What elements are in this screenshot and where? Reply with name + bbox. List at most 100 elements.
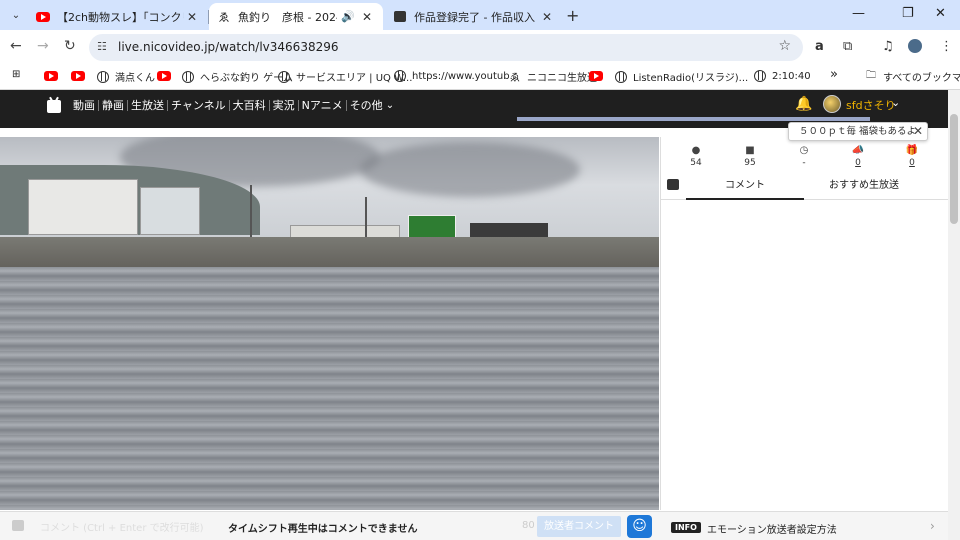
emotion-smiley-icon[interactable]: ☺ bbox=[627, 515, 652, 538]
nav-dic[interactable]: 大百科 bbox=[230, 97, 269, 113]
globe-icon bbox=[753, 69, 767, 83]
video-water bbox=[0, 267, 659, 510]
chevron-down-icon[interactable]: ⌄ bbox=[891, 96, 900, 109]
bookmark-youtube-url[interactable]: https://www.youtub... bbox=[393, 69, 519, 83]
restore-icon[interactable]: ❐ bbox=[902, 6, 914, 21]
user-avatar[interactable] bbox=[823, 95, 841, 113]
address-bar[interactable]: ☷ live.nicovideo.jp/watch/lv346638296 ☆ bbox=[89, 34, 803, 61]
close-icon[interactable]: ✕ bbox=[184, 10, 200, 24]
bookmark-youtube[interactable] bbox=[589, 69, 608, 83]
video-cloud bbox=[360, 142, 580, 197]
comment-icon bbox=[667, 179, 679, 190]
youtube-icon bbox=[589, 69, 603, 83]
tab-title: 作品登録完了 - 作品収入 bbox=[414, 10, 535, 24]
globe-icon bbox=[393, 69, 407, 83]
stat-comments: ■ 95 bbox=[730, 145, 770, 168]
video-pole bbox=[250, 185, 252, 245]
apps-grid-icon[interactable]: ⊞ bbox=[12, 69, 20, 80]
url-text[interactable]: live.nicovideo.jp/watch/lv346638296 bbox=[118, 40, 339, 54]
comment-input-bar: コメント (Ctrl + Enter で改行可能) タイムシフト再生中はコメント… bbox=[0, 511, 948, 540]
ad-icon: 📣 bbox=[851, 145, 865, 156]
bookmark-manten[interactable]: 満点くん bbox=[96, 69, 155, 84]
comment-icon bbox=[12, 520, 24, 531]
tab-2ch-animal[interactable]: 【2ch動物スレ】｢コンクリートに猫の足 ✕ bbox=[28, 3, 208, 30]
stat-time: ◷ - bbox=[784, 145, 824, 168]
tab-search-button[interactable]: ⌄ bbox=[6, 5, 26, 25]
forward-arrow-icon[interactable]: → bbox=[37, 38, 49, 54]
browser-toolbar: ← → ↻ ☷ live.nicovideo.jp/watch/lv346638… bbox=[0, 30, 960, 64]
close-icon[interactable]: ✕ bbox=[359, 10, 375, 24]
nav-douga[interactable]: 動画 bbox=[70, 97, 98, 113]
bookmarks-bar: ⊞ 満点くん へらぶな釣り ゲーム サービスエリア | UQ W... http… bbox=[0, 64, 960, 90]
nav-live[interactable]: 生放送 bbox=[128, 97, 167, 113]
stat-ad[interactable]: 📣 0 bbox=[838, 145, 878, 168]
more-bookmarks-button[interactable]: » bbox=[830, 67, 838, 82]
bookmark-nicolive[interactable]: ゑニコニコ生放送 bbox=[508, 69, 597, 84]
gift-tooltip: ５００ｐｔ毎 福袋もあるよ ✕ bbox=[788, 122, 928, 141]
globe-icon bbox=[614, 70, 628, 84]
clock-icon: ◷ bbox=[799, 145, 809, 156]
reload-icon[interactable]: ↻ bbox=[64, 38, 76, 54]
site-info-icon[interactable]: ☷ bbox=[97, 40, 107, 53]
scrollbar-thumb[interactable] bbox=[950, 114, 958, 224]
bookmark-youtube[interactable] bbox=[71, 69, 90, 83]
comment-input[interactable]: コメント (Ctrl + Enter で改行可能) bbox=[40, 519, 204, 534]
youtube-icon bbox=[157, 69, 171, 83]
chevron-right-icon[interactable]: › bbox=[930, 519, 935, 533]
comment-count-icon: ■ bbox=[745, 145, 755, 156]
video-player[interactable] bbox=[0, 137, 659, 510]
chevron-down-icon: ⌄ bbox=[11, 9, 21, 21]
nicolive-icon: ゑ bbox=[510, 73, 520, 84]
nav-other[interactable]: その他 bbox=[347, 97, 386, 113]
niconico-tv-logo-icon[interactable] bbox=[47, 100, 61, 113]
back-arrow-icon[interactable]: ← bbox=[10, 38, 22, 54]
nicolive-icon: ゑ bbox=[218, 10, 230, 24]
broadcaster-comment-button[interactable]: 放送者コメント bbox=[537, 516, 621, 537]
timeshift-message: タイムシフト再生中はコメントできません bbox=[228, 524, 418, 535]
page-scrollbar[interactable] bbox=[948, 90, 960, 540]
globe-icon bbox=[181, 70, 195, 84]
globe-icon bbox=[96, 70, 110, 84]
nav-jikkyo[interactable]: 実況 bbox=[270, 97, 298, 113]
close-icon[interactable]: ✕ bbox=[913, 123, 923, 140]
tab-work-registered[interactable]: 作品登録完了 - 作品収入 ✕ bbox=[385, 3, 563, 30]
youtube-icon bbox=[44, 69, 58, 83]
notification-bell-icon[interactable]: 🔔 bbox=[795, 96, 812, 112]
kebab-menu-icon[interactable]: ⋮ bbox=[940, 39, 953, 54]
info-link[interactable]: エモーション放送者設定方法 bbox=[707, 521, 837, 536]
niconico-nav: 動画 静画 生放送 チャンネル 大百科 実況 Nアニメ その他 ⌄ bbox=[70, 97, 394, 113]
profile-avatar[interactable] bbox=[908, 39, 922, 53]
tab-comment[interactable]: コメント bbox=[686, 176, 804, 200]
minimize-icon[interactable]: — bbox=[852, 6, 865, 21]
gift-icon: 🎁 bbox=[905, 145, 919, 156]
bookmark-youtube[interactable] bbox=[44, 69, 63, 83]
audio-playing-icon[interactable]: 🔊 bbox=[341, 10, 355, 23]
extensions-puzzle-icon[interactable]: ⧉ bbox=[843, 39, 852, 54]
tab-title: 魚釣り 彦根 - 2024/12/28( bbox=[238, 10, 337, 24]
tab-recommended-live[interactable]: おすすめ生放送 bbox=[804, 176, 924, 200]
nav-nanime[interactable]: Nアニメ bbox=[299, 97, 346, 113]
stat-gift[interactable]: 🎁 0 bbox=[892, 145, 932, 168]
all-bookmarks-folder[interactable]: 🗀すべてのブックマーク bbox=[864, 69, 960, 84]
close-icon[interactable]: ✕ bbox=[539, 10, 555, 24]
header-highlight-bar bbox=[517, 117, 870, 121]
new-tab-button[interactable]: + bbox=[566, 6, 579, 25]
bookmark-youtube[interactable] bbox=[157, 69, 176, 83]
bookmark-time[interactable]: 2:10:40 bbox=[753, 69, 811, 83]
tab-title: 【2ch動物スレ】｢コンクリートに猫の足 bbox=[57, 10, 184, 24]
bookmark-listenradio[interactable]: ListenRadio(リスラジ)... bbox=[614, 69, 748, 84]
niconico-tv-icon bbox=[393, 10, 407, 24]
amazon-extension-icon[interactable]: a bbox=[815, 39, 824, 54]
tab-fishing-hikone[interactable]: ゑ 魚釣り 彦根 - 2024/12/28( 🔊 ✕ bbox=[209, 3, 383, 30]
nav-seiga[interactable]: 静画 bbox=[99, 97, 127, 113]
nav-channel[interactable]: チャンネル bbox=[168, 97, 229, 113]
person-icon: ● bbox=[691, 145, 701, 156]
bookmark-star-icon[interactable]: ☆ bbox=[778, 38, 791, 54]
media-control-icon[interactable]: ♫ bbox=[882, 39, 894, 54]
chevron-down-icon[interactable]: ⌄ bbox=[386, 100, 394, 111]
youtube-icon bbox=[71, 69, 85, 83]
close-window-icon[interactable]: ✕ bbox=[935, 6, 946, 21]
video-building bbox=[140, 187, 200, 235]
username[interactable]: sfdさそり bbox=[846, 97, 896, 113]
tooltip-text: ５００ｐｔ毎 福袋もあるよ bbox=[799, 126, 917, 137]
